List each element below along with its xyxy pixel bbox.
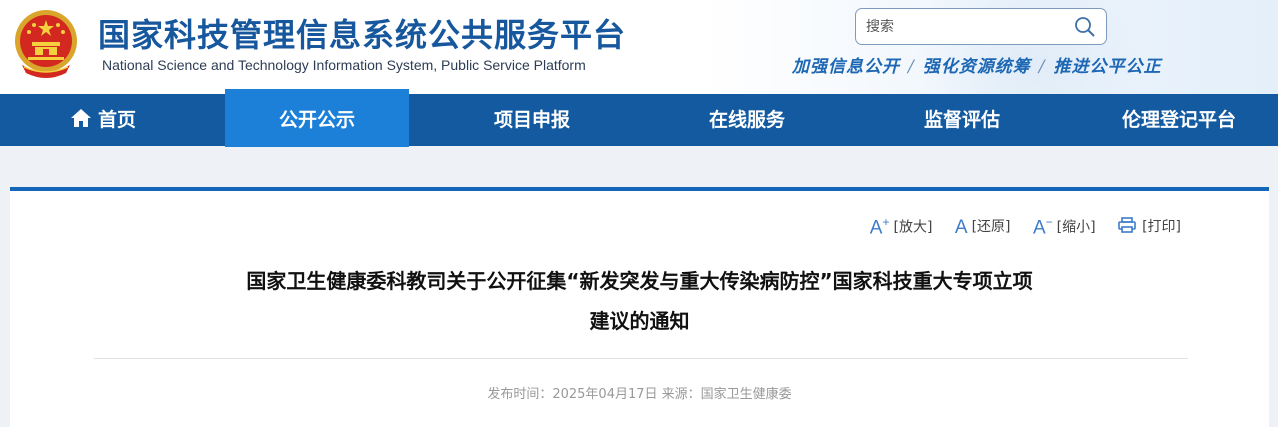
nav-item-home[interactable]: 首页 xyxy=(0,94,206,146)
nav-label: 首页 xyxy=(97,109,136,131)
site-header: 国家科技管理信息系统公共服务平台 National Science and Te… xyxy=(0,0,1278,94)
home-icon xyxy=(70,109,91,127)
printer-icon xyxy=(1118,217,1136,234)
nav-item-public-notice[interactable]: 公开公示 xyxy=(225,89,409,147)
slogan-item: 强化资源统筹 xyxy=(922,57,1031,77)
search-box[interactable] xyxy=(855,8,1107,45)
font-restore-icon: A xyxy=(954,217,968,239)
nav-label: 在线服务 xyxy=(708,109,785,131)
article-title-line: 建议的通知 xyxy=(589,309,690,333)
nav-label: 伦理登记平台 xyxy=(1121,109,1236,131)
print-label: [打印] xyxy=(1142,219,1181,236)
slogan-separator: / xyxy=(1038,57,1046,77)
enlarge-label: [放大] xyxy=(893,219,933,236)
shrink-button[interactable]: A− [缩小] xyxy=(1033,215,1096,239)
print-button[interactable]: [打印] xyxy=(1118,216,1181,236)
slogan-separator: / xyxy=(908,57,915,77)
nav-item-ethics-registration[interactable]: 伦理登记平台 xyxy=(1090,94,1268,146)
slogan: 加强信息公开 / 强化资源统筹 / 推进公平公正 xyxy=(792,52,1161,77)
enlarge-button[interactable]: A+ [放大] xyxy=(870,215,933,239)
nav-label: 项目申报 xyxy=(493,109,570,131)
divider xyxy=(94,358,1188,359)
article-title: 国家卫生健康委科教司关于公开征集“新发突发与重大传染病防控”国家科技重大专项立项… xyxy=(10,261,1269,341)
restore-button[interactable]: A [还原] xyxy=(955,216,1011,239)
slogan-item: 推进公平公正 xyxy=(1053,57,1162,77)
slogan-item: 加强信息公开 xyxy=(792,57,900,77)
restore-label: [还原] xyxy=(971,219,1011,236)
search-icon[interactable] xyxy=(1073,15,1097,39)
nav-item-supervision[interactable]: 监督评估 xyxy=(880,94,1044,146)
article-panel: A+ [放大] A [还原] A− [缩小] [打印] 国家卫生健康委科教司关于公开征… xyxy=(10,187,1269,427)
nav-item-online-service[interactable]: 在线服务 xyxy=(665,94,829,146)
shrink-label: [缩小] xyxy=(1056,219,1096,236)
nav-label: 监督评估 xyxy=(923,109,1000,131)
article-meta: 发布时间：2025年04月17日 来源：国家卫生健康委 xyxy=(487,387,792,402)
article-tools: A+ [放大] A [还原] A− [缩小] [打印] xyxy=(852,215,1181,239)
site-subtitle: National Science and Technology Informat… xyxy=(102,57,586,73)
font-shrink-icon: A− xyxy=(1032,215,1053,239)
article-title-line: 国家卫生健康委科教司关于公开征集“新发突发与重大传染病防控”国家科技重大专项立项 xyxy=(246,269,1033,293)
nav-label: 公开公示 xyxy=(278,109,355,131)
main-nav: 首页 公开公示 项目申报 在线服务 监督评估 伦理登记平台 xyxy=(0,89,1278,147)
site-title: 国家科技管理信息系统公共服务平台 xyxy=(98,16,627,54)
font-enlarge-icon: A+ xyxy=(869,215,890,239)
nav-item-project-application[interactable]: 项目申报 xyxy=(450,94,614,146)
search-input[interactable] xyxy=(866,17,1066,37)
national-emblem-icon xyxy=(15,10,77,78)
